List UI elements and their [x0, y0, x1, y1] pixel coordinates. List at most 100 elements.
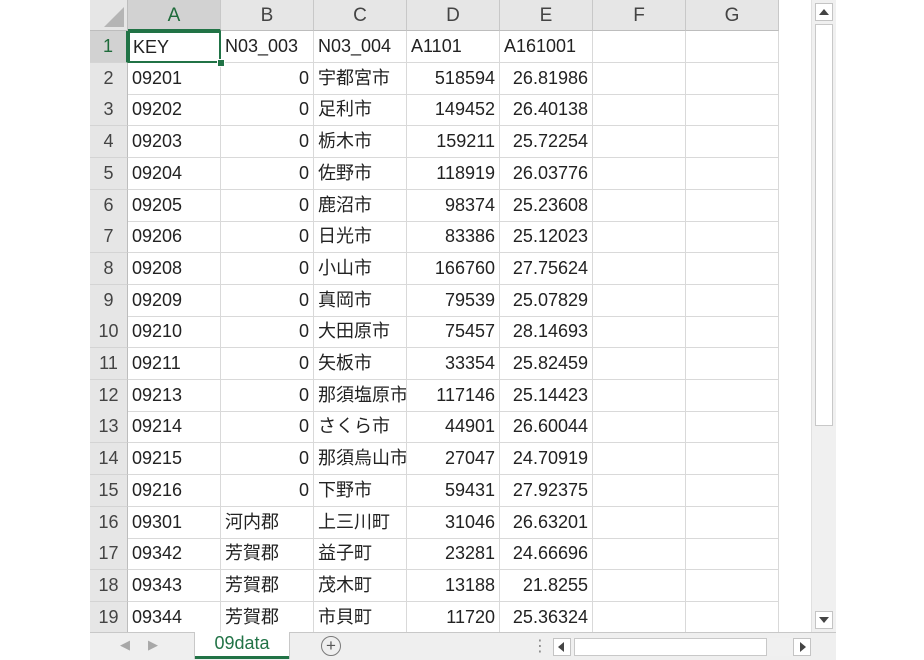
grid-cell[interactable] [593, 569, 686, 602]
horizontal-scroll-thumb[interactable] [574, 638, 767, 656]
grid-cell[interactable]: 09216 [128, 474, 221, 507]
grid-cell[interactable] [686, 474, 779, 507]
grid-cell[interactable]: 芳賀郡 [221, 601, 314, 632]
grid-cell[interactable] [686, 379, 779, 412]
grid-cell[interactable] [686, 126, 779, 159]
grid-cell[interactable] [686, 252, 779, 285]
column-header-f[interactable]: F [593, 0, 686, 31]
grid-cell[interactable]: 27.92375 [500, 474, 593, 507]
grid-cell[interactable]: 0 [221, 443, 314, 476]
grid-cell[interactable]: 25.14423 [500, 379, 593, 412]
select-all-button[interactable] [90, 0, 128, 31]
grid-cell[interactable]: 25.12023 [500, 221, 593, 254]
grid-cell[interactable] [686, 157, 779, 190]
grid-cell[interactable]: 21.8255 [500, 569, 593, 602]
grid-cell[interactable] [593, 506, 686, 539]
grid-cell[interactable]: 09208 [128, 252, 221, 285]
plus-circle-icon[interactable]: + [321, 636, 341, 656]
grid-cell[interactable]: 09343 [128, 569, 221, 602]
column-header-g[interactable]: G [686, 0, 779, 31]
grid-cell[interactable]: 27.75624 [500, 252, 593, 285]
grid-cell[interactable]: 26.03776 [500, 157, 593, 190]
grid-cell[interactable]: 26.63201 [500, 506, 593, 539]
grid-cell[interactable]: 118919 [407, 157, 500, 190]
row-header[interactable]: 14 [90, 443, 128, 476]
worksheet-grid[interactable]: A B C D E F G 1 KEY N03_003 N03_004 A1101 A161001 2 09… [90, 0, 811, 632]
grid-cell[interactable]: 23281 [407, 538, 500, 571]
grid-cell[interactable] [686, 348, 779, 380]
grid-cell[interactable]: 09202 [128, 94, 221, 127]
row-header[interactable]: 6 [90, 189, 128, 222]
row-header[interactable]: 2 [90, 62, 128, 95]
grid-cell[interactable]: 09206 [128, 221, 221, 254]
grid-cell[interactable]: 09342 [128, 538, 221, 571]
grid-cell[interactable] [686, 62, 779, 95]
grid-cell[interactable]: 117146 [407, 379, 500, 412]
scroll-right-button[interactable] [793, 638, 811, 656]
grid-cell[interactable]: 0 [221, 348, 314, 380]
grid-cell[interactable]: 13188 [407, 569, 500, 602]
grid-cell[interactable]: さくら市 [314, 411, 407, 444]
column-header-e[interactable]: E [500, 0, 593, 31]
grid-cell[interactable] [593, 157, 686, 190]
grid-cell[interactable]: 25.72254 [500, 126, 593, 159]
grid-cell[interactable] [593, 62, 686, 95]
grid-cell[interactable]: 09201 [128, 62, 221, 95]
grid-cell[interactable]: 足利市 [314, 94, 407, 127]
scroll-up-button[interactable] [815, 3, 833, 21]
grid-cell[interactable]: A161001 [500, 31, 593, 63]
row-header[interactable]: 19 [90, 601, 128, 632]
row-header[interactable]: 1 [90, 31, 128, 63]
grid-cell[interactable] [686, 31, 779, 63]
grid-cell[interactable]: 佐野市 [314, 157, 407, 190]
grid-cell[interactable]: 那須塩原市 [314, 379, 407, 412]
grid-cell[interactable] [686, 538, 779, 571]
grid-cell[interactable] [593, 474, 686, 507]
grid-cell[interactable] [593, 443, 686, 476]
active-cell[interactable]: KEY [128, 31, 221, 63]
grid-cell[interactable]: 11720 [407, 601, 500, 632]
sheet-tab-09data[interactable]: 09data [195, 632, 289, 659]
grid-cell[interactable]: 0 [221, 284, 314, 317]
horizontal-scrollbar[interactable] [553, 638, 811, 656]
fill-handle[interactable] [217, 58, 225, 67]
row-header[interactable]: 8 [90, 252, 128, 285]
tab-splitter-handle-icon[interactable]: ⋮ [532, 636, 548, 656]
row-header[interactable]: 17 [90, 538, 128, 571]
row-header[interactable]: 13 [90, 411, 128, 444]
vertical-scroll-thumb[interactable] [815, 24, 833, 426]
grid-cell[interactable] [593, 348, 686, 380]
column-header-d[interactable]: D [407, 0, 500, 31]
grid-cell[interactable]: 0 [221, 62, 314, 95]
grid-cell[interactable] [593, 252, 686, 285]
grid-cell[interactable]: 31046 [407, 506, 500, 539]
grid-cell[interactable]: 28.14693 [500, 316, 593, 349]
grid-cell[interactable] [686, 506, 779, 539]
row-header[interactable]: 15 [90, 474, 128, 507]
grid-cell[interactable]: 09204 [128, 157, 221, 190]
grid-cell[interactable]: 33354 [407, 348, 500, 380]
grid-cell[interactable]: 09211 [128, 348, 221, 380]
grid-cell[interactable]: 24.70919 [500, 443, 593, 476]
column-header-a[interactable]: A [128, 0, 221, 31]
row-header[interactable]: 10 [90, 316, 128, 349]
grid-cell[interactable]: 宇都宮市 [314, 62, 407, 95]
grid-cell[interactable]: 河内郡 [221, 506, 314, 539]
grid-cell[interactable]: 下野市 [314, 474, 407, 507]
grid-cell[interactable]: 0 [221, 94, 314, 127]
grid-cell[interactable]: 那須烏山市 [314, 443, 407, 476]
grid-cell[interactable]: 09205 [128, 189, 221, 222]
row-header[interactable]: 5 [90, 157, 128, 190]
grid-cell[interactable]: 上三川町 [314, 506, 407, 539]
grid-cell[interactable]: 09209 [128, 284, 221, 317]
grid-cell[interactable]: 芳賀郡 [221, 569, 314, 602]
row-header[interactable]: 7 [90, 221, 128, 254]
grid-cell[interactable]: 09203 [128, 126, 221, 159]
grid-cell[interactable]: 25.07829 [500, 284, 593, 317]
grid-cell[interactable]: 0 [221, 316, 314, 349]
grid-cell[interactable]: 83386 [407, 221, 500, 254]
grid-cell[interactable] [686, 569, 779, 602]
grid-cell[interactable]: A1101 [407, 31, 500, 63]
column-header-b[interactable]: B [221, 0, 314, 31]
grid-cell[interactable]: 09301 [128, 506, 221, 539]
